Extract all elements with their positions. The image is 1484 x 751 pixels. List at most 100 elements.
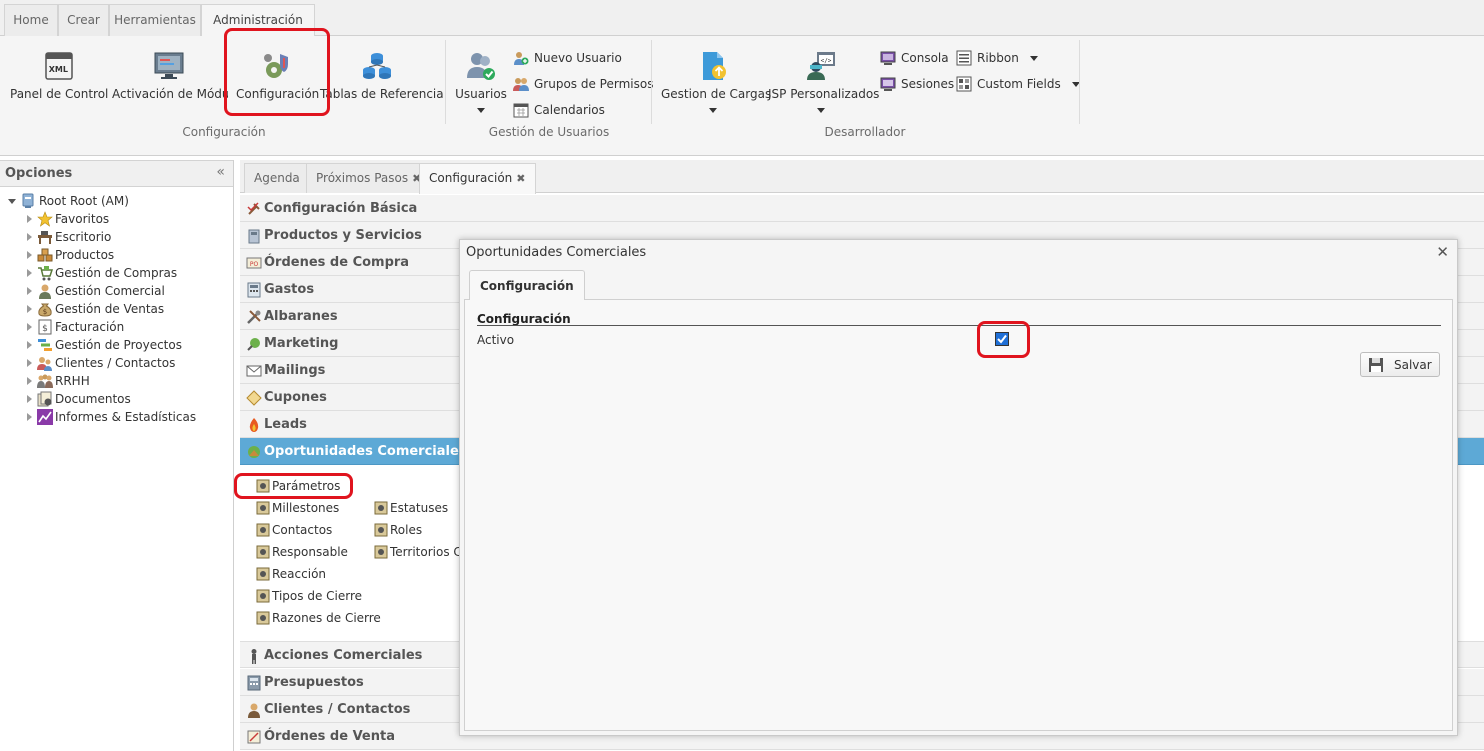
ribbon-dropdown-arrow[interactable] — [1029, 56, 1038, 61]
accordion-configuracion-basica[interactable]: Configuración Básica — [240, 195, 1484, 222]
product-icon — [248, 229, 260, 244]
nuevo-usuario-button[interactable]: Nuevo Usuario — [513, 48, 622, 68]
custom-fields-label: Custom Fields — [977, 77, 1061, 91]
tablas-referencia-button[interactable]: Tablas de Referencia — [320, 36, 444, 120]
usuarios-dropdown-arrow[interactable] — [477, 108, 485, 113]
sub-item-razones-cierre[interactable]: Razones de Cierre — [256, 609, 381, 627]
jsp-personalizados-button[interactable]: </> JSP Personalizados — [768, 36, 879, 120]
dialog-close-icon[interactable]: ✕ — [1436, 243, 1449, 261]
save-button[interactable]: Salvar — [1360, 352, 1440, 377]
star-icon — [37, 211, 53, 227]
grupos-permisos-button[interactable]: Grupos de Permisos — [513, 74, 653, 94]
tree-item-label: Favoritos — [55, 212, 110, 226]
tree-item-label: Gestión de Ventas — [55, 302, 165, 316]
sessions-icon — [880, 77, 896, 91]
expand-right-icon[interactable] — [27, 269, 32, 277]
documents-gear-icon — [37, 391, 52, 407]
tree-item-rrhh[interactable]: RRHH — [0, 372, 230, 390]
tree-item-informes[interactable]: Informes & Estadísticas — [0, 408, 230, 426]
group-name-gestion-usuarios: Gestión de Usuarios — [488, 125, 610, 139]
panel-de-control-button[interactable]: XML Panel de Control — [10, 36, 108, 120]
accordion-label: Mailings — [264, 363, 326, 378]
dialog-tab-configuracion[interactable]: Configuración — [469, 270, 585, 301]
usuarios-button[interactable]: Usuarios — [453, 36, 509, 120]
gestion-cargas-button[interactable]: Gestion de Cargas — [661, 36, 771, 120]
sub-item-tipos-cierre[interactable]: Tipos de Cierre — [256, 587, 362, 605]
sub-item-territorios[interactable]: Territorios Co — [374, 543, 460, 561]
tab-label: Agenda — [254, 171, 300, 185]
sub-item-label: Estatuses — [390, 501, 449, 515]
sub-item-estatuses[interactable]: Estatuses — [374, 499, 448, 517]
expand-right-icon[interactable] — [27, 251, 32, 259]
boxes-icon — [37, 248, 53, 262]
expand-right-icon[interactable] — [27, 323, 32, 331]
desk-icon — [38, 231, 52, 244]
consola-button[interactable]: Consola — [880, 48, 949, 68]
gear-table-icon — [256, 567, 270, 581]
sub-item-responsable[interactable]: Responsable — [256, 543, 348, 561]
custom-fields-button[interactable]: Custom Fields — [956, 74, 1080, 94]
calendarios-label: Calendarios — [534, 103, 605, 117]
expand-right-icon[interactable] — [27, 287, 32, 295]
tab-proximos-pasos[interactable]: Próximos Pasos ✖ — [306, 163, 432, 193]
expand-right-icon[interactable] — [27, 395, 32, 403]
gear-table-icon — [256, 545, 270, 559]
tab-agenda[interactable]: Agenda — [244, 163, 310, 193]
ribbon-tab-home[interactable]: Home — [4, 4, 58, 36]
expand-right-icon[interactable] — [27, 377, 32, 385]
tree-item-clientes-contactos[interactable]: Clientes / Contactos — [0, 354, 230, 372]
jsp-personalizados-dropdown-arrow[interactable] — [817, 108, 825, 113]
activo-label: Activo — [477, 333, 515, 347]
tree-item-documentos[interactable]: Documentos — [0, 390, 230, 408]
tab-configuracion[interactable]: Configuración ✖ — [419, 163, 536, 194]
activacion-modulos-button[interactable]: Activación de Módulos — [110, 36, 228, 120]
sub-item-roles[interactable]: Roles — [374, 521, 422, 539]
expand-right-icon[interactable] — [27, 359, 32, 367]
tree-item-gestion-ventas[interactable]: $ Gestión de Ventas — [0, 300, 230, 318]
tree-item-facturacion[interactable]: $ Facturación — [0, 318, 230, 336]
expand-right-icon[interactable] — [27, 305, 32, 313]
tree-root-label: Root Root (AM) — [39, 194, 129, 208]
group-name-desarrollador: Desarrollador — [824, 125, 906, 139]
developer-code-icon: </> — [807, 52, 835, 80]
accordion-label: Clientes / Contactos — [264, 702, 411, 717]
highlight-activo-checkbox — [977, 321, 1030, 358]
collapse-left-icon[interactable]: « — [216, 164, 225, 180]
accordion-label: Oportunidades Comerciales — [264, 444, 467, 459]
tree-root[interactable]: Root Root (AM) — [0, 192, 230, 210]
tree-item-favoritos[interactable]: Favoritos — [0, 210, 230, 228]
accordion-label: Marketing — [264, 336, 339, 351]
svg-text:$: $ — [42, 324, 48, 334]
close-icon[interactable]: ✖ — [516, 172, 525, 185]
tree-item-gestion-proyectos[interactable]: Gestión de Proyectos — [0, 336, 230, 354]
expand-right-icon[interactable] — [27, 413, 32, 421]
shopping-cart-icon — [38, 266, 53, 281]
sub-item-contactos[interactable]: Contactos — [256, 521, 332, 539]
accordion-label: Órdenes de Compra — [264, 255, 410, 270]
tree-item-escritorio[interactable]: Escritorio — [0, 228, 230, 246]
tree-item-productos[interactable]: Productos — [0, 246, 230, 264]
ribbon-panel: XML Panel de Control Activación de Módul… — [0, 28, 1484, 156]
sesiones-button[interactable]: Sesiones — [880, 74, 954, 94]
tree-item-label: Escritorio — [55, 230, 112, 244]
expand-right-icon[interactable] — [27, 233, 32, 241]
ribbon-config-button[interactable]: Ribbon — [956, 48, 1038, 68]
consola-label: Consola — [901, 51, 949, 65]
expand-right-icon[interactable] — [27, 341, 32, 349]
purchase-order-icon: PO — [246, 257, 262, 269]
gestion-cargas-dropdown-arrow[interactable] — [709, 108, 717, 113]
gear-table-icon — [374, 501, 388, 515]
tree-item-gestion-compras[interactable]: Gestión de Compras — [0, 264, 230, 282]
sub-item-millestones[interactable]: Millestones — [256, 499, 339, 517]
sub-item-reaccion[interactable]: Reacción — [256, 565, 326, 583]
activacion-modulos-label: Activación de Módulos — [112, 87, 228, 101]
tree-item-gestion-comercial[interactable]: Gestión Comercial — [0, 282, 230, 300]
gantt-icon — [38, 339, 52, 351]
ribbon-tab-herramientas[interactable]: Herramientas — [109, 4, 201, 36]
expand-down-icon[interactable] — [8, 199, 16, 204]
ribbon-tab-crear[interactable]: Crear — [58, 4, 109, 36]
panel-de-control-label: Panel de Control — [10, 87, 109, 101]
tab-label: Próximos Pasos — [316, 171, 409, 185]
calendarios-button[interactable]: Calendarios — [513, 100, 605, 120]
expand-right-icon[interactable] — [27, 215, 32, 223]
